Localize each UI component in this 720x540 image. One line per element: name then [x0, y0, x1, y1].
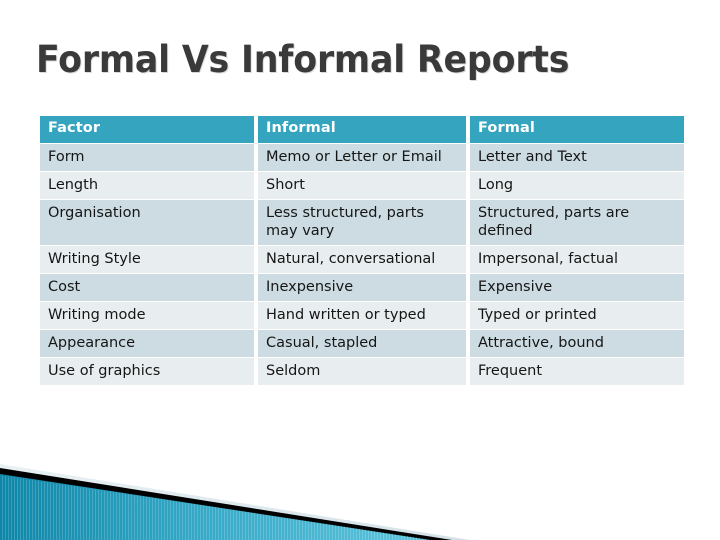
cell-formal: Letter and Text — [470, 144, 684, 171]
comparison-table-container: Factor Informal Formal Form Memo or Lett… — [36, 115, 684, 386]
decoration-pale-band — [0, 464, 470, 540]
table-row: Use of graphics Seldom Frequent — [40, 358, 684, 385]
table-row: Writing mode Hand written or typed Typed… — [40, 302, 684, 329]
cell-text: Typed or printed — [478, 307, 597, 323]
decoration-stripe-texture — [0, 475, 435, 540]
cell-text: Long — [478, 177, 514, 193]
decoration-teal-triangle — [0, 474, 430, 540]
cell-factor: Writing mode — [40, 302, 254, 329]
cell-text: Organisation — [48, 205, 141, 221]
cell-text: Hand written or typed — [266, 307, 426, 323]
cell-text: Use of graphics — [48, 363, 161, 379]
table-body: Form Memo or Letter or Email Letter and … — [40, 144, 684, 385]
cell-informal: Natural, conversational — [258, 246, 466, 273]
cell-formal: Long — [470, 172, 684, 199]
cell-text: Writing mode — [48, 307, 146, 323]
table-row: Cost Inexpensive Expensive — [40, 274, 684, 301]
cell-text: Writing Style — [48, 251, 141, 267]
cell-text: Impersonal, factual — [478, 251, 618, 267]
cell-formal: Impersonal, factual — [470, 246, 684, 273]
cell-text: Frequent — [478, 363, 543, 379]
cell-text: Memo or Letter or Email — [266, 149, 442, 165]
cell-text: Form — [48, 149, 85, 165]
cell-text: Appearance — [48, 335, 136, 351]
cell-text: Casual, stapled — [266, 335, 378, 351]
cell-factor: Form — [40, 144, 254, 171]
cell-text: Cost — [48, 279, 81, 295]
cell-factor: Use of graphics — [40, 358, 254, 385]
table-header-row: Factor Informal Formal — [40, 116, 684, 143]
cell-text: Letter and Text — [478, 149, 587, 165]
cell-informal: Short — [258, 172, 466, 199]
decoration-svg — [0, 464, 470, 540]
cell-text: Seldom — [266, 363, 321, 379]
cell-formal: Attractive, bound — [470, 330, 684, 357]
cell-informal: Seldom — [258, 358, 466, 385]
table-row: Writing Style Natural, conversational Im… — [40, 246, 684, 273]
cell-text: Structured, parts are defined — [478, 205, 630, 239]
cell-informal: Inexpensive — [258, 274, 466, 301]
table-row: Organisation Less structured, parts may … — [40, 200, 684, 245]
cell-formal: Structured, parts are defined — [470, 200, 684, 245]
table-row: Form Memo or Letter or Email Letter and … — [40, 144, 684, 171]
table-row: Length Short Long — [40, 172, 684, 199]
cell-text: Short — [266, 177, 305, 193]
page-title: Formal Vs Informal Reports — [36, 38, 570, 81]
cell-text: Natural, conversational — [266, 251, 436, 267]
column-header-formal: Formal — [470, 116, 684, 143]
cell-formal: Typed or printed — [470, 302, 684, 329]
column-header-factor: Factor — [40, 116, 254, 143]
cell-text: Length — [48, 177, 99, 193]
decoration-black-stripe — [0, 468, 452, 540]
cell-factor: Cost — [40, 274, 254, 301]
cell-informal: Casual, stapled — [258, 330, 466, 357]
cell-formal: Expensive — [470, 274, 684, 301]
cell-factor: Writing Style — [40, 246, 254, 273]
table-row: Appearance Casual, stapled Attractive, b… — [40, 330, 684, 357]
bottom-left-decoration — [0, 450, 470, 540]
slide-canvas: Formal Vs Informal Reports Factor Inform… — [0, 0, 720, 540]
cell-text: Less structured, parts may vary — [266, 205, 424, 239]
column-header-informal: Informal — [258, 116, 466, 143]
cell-formal: Frequent — [470, 358, 684, 385]
cell-factor: Length — [40, 172, 254, 199]
cell-informal: Less structured, parts may vary — [258, 200, 466, 245]
cell-text: Inexpensive — [266, 279, 354, 295]
cell-informal: Memo or Letter or Email — [258, 144, 466, 171]
cell-factor: Organisation — [40, 200, 254, 245]
cell-factor: Appearance — [40, 330, 254, 357]
table-header: Factor Informal Formal — [40, 116, 684, 143]
cell-text: Attractive, bound — [478, 335, 604, 351]
cell-informal: Hand written or typed — [258, 302, 466, 329]
cell-text: Expensive — [478, 279, 553, 295]
formal-vs-informal-table: Factor Informal Formal Form Memo or Lett… — [36, 115, 688, 386]
